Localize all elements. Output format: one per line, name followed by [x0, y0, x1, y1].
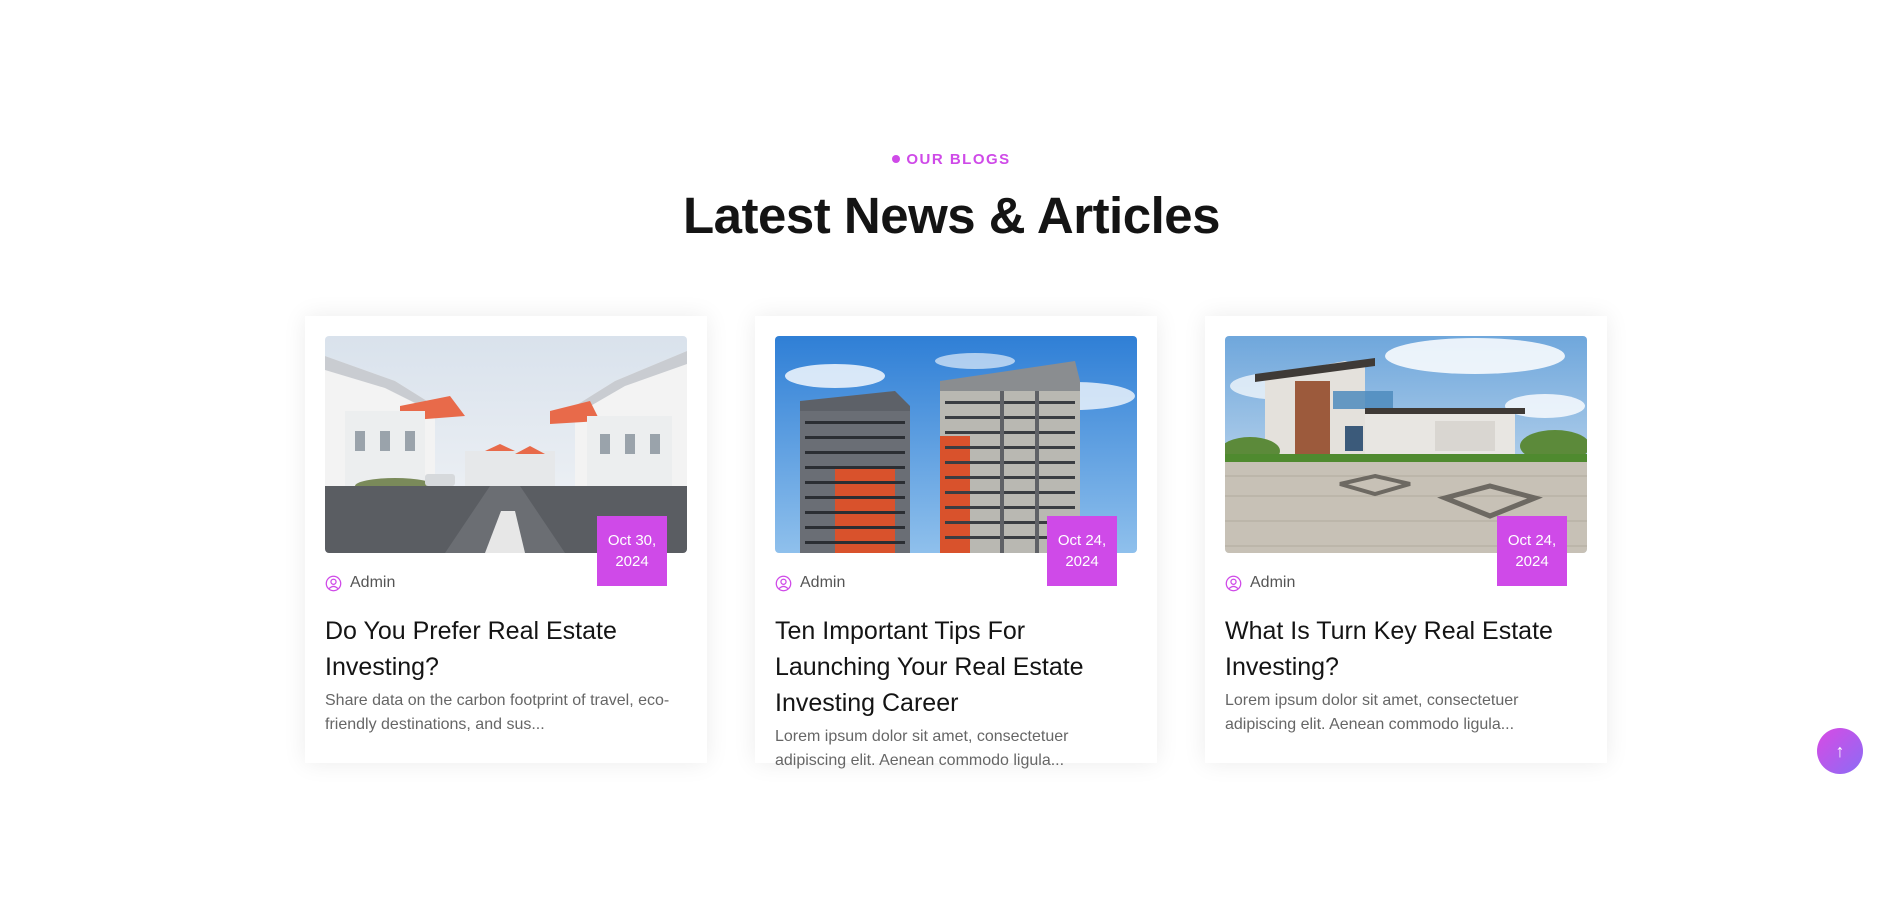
post-date-badge: Oct 24, 2024 [1497, 516, 1567, 586]
section-heading: Latest News & Articles [683, 187, 1220, 244]
blog-section-header: OUR BLOGS Latest News & Articles [0, 150, 1903, 245]
post-excerpt: Share data on the carbon footprint of tr… [325, 692, 670, 733]
post-author[interactable]: Admin [1250, 574, 1295, 592]
post-author[interactable]: Admin [800, 574, 845, 592]
post-date-badge: Oct 30, 2024 [597, 516, 667, 586]
user-icon [325, 575, 342, 591]
eyebrow-label: OUR BLOGS [906, 150, 1011, 168]
post-title[interactable]: Ten Important Tips For Launching Your Re… [775, 613, 1137, 721]
arrow-up-icon: ↑ [1835, 740, 1845, 761]
user-icon [775, 575, 792, 591]
post-excerpt: Lorem ipsum dolor sit amet, consectetuer… [775, 728, 1069, 769]
post-date-badge: Oct 24, 2024 [1047, 516, 1117, 586]
post-title[interactable]: Do You Prefer Real Estate Investing? [325, 613, 687, 685]
blog-card[interactable]: Oct 24, 2024 Admin What Is Turn Key Real… [1205, 316, 1607, 763]
post-author[interactable]: Admin [350, 574, 395, 592]
eyebrow-dot-icon [892, 155, 901, 163]
section-eyebrow: OUR BLOGS [892, 151, 1010, 168]
scroll-to-top-button[interactable]: ↑ [1817, 728, 1863, 774]
blog-card[interactable]: Oct 24, 2024 Admin Ten Important Tips Fo… [755, 316, 1157, 769]
user-icon [1225, 575, 1242, 591]
blog-cards: Oct 30, 2024 Admin Do You Prefer Real Es… [305, 316, 1607, 769]
blog-card[interactable]: Oct 30, 2024 Admin Do You Prefer Real Es… [305, 316, 707, 763]
post-excerpt: Lorem ipsum dolor sit amet, consectetuer… [1225, 692, 1519, 733]
post-title[interactable]: What Is Turn Key Real Estate Investing? [1225, 613, 1587, 685]
